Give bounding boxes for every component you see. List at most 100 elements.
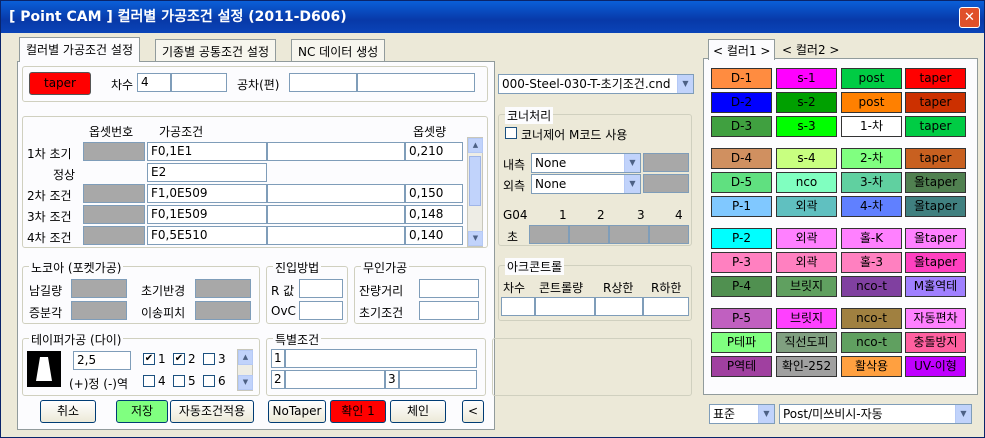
chasu-extra-input[interactable] — [171, 73, 227, 92]
color-button[interactable]: 외곽 — [776, 228, 837, 249]
notaper-button[interactable]: NoTaper — [268, 400, 326, 423]
color-button[interactable]: 올taper — [905, 172, 966, 193]
color-button[interactable]: P-1 — [711, 196, 772, 217]
color-button[interactable]: P역테 — [711, 356, 772, 377]
back-button[interactable]: < — [462, 400, 484, 423]
color-button[interactable]: s-2 — [776, 92, 837, 113]
color-button[interactable]: nco — [776, 172, 837, 193]
post-combo[interactable]: Post/미쓰비시-자동 ▼ — [779, 404, 972, 424]
color-button[interactable]: taper — [905, 92, 966, 113]
color-button[interactable]: post — [841, 68, 902, 89]
namgil-field[interactable] — [71, 279, 127, 298]
taper-check-4[interactable] — [143, 375, 155, 387]
offset-field[interactable]: 0,150 — [405, 184, 463, 203]
offset-no-field[interactable] — [83, 226, 145, 245]
cond-extra-field[interactable] — [267, 205, 405, 224]
offset-no-field[interactable] — [83, 205, 145, 224]
color-button[interactable]: 4-차 — [841, 196, 902, 217]
condition-scrollbar[interactable]: ▲ ▼ — [467, 137, 483, 247]
special-input-3[interactable] — [399, 370, 477, 389]
arc-chasu-input[interactable] — [501, 297, 535, 316]
tab-nc-generate[interactable]: NC 데이터 생성 — [291, 39, 386, 61]
arc-rmax-input[interactable] — [595, 297, 643, 316]
outer-extra-field[interactable] — [643, 174, 689, 193]
ovc-input[interactable] — [299, 301, 343, 320]
offset-field[interactable]: 0,140 — [405, 226, 463, 245]
color-button[interactable]: D-2 — [711, 92, 772, 113]
r-input[interactable] — [299, 279, 343, 298]
cond-field[interactable]: F0,5E510 — [147, 226, 267, 245]
taper-check-5[interactable] — [173, 375, 185, 387]
close-button[interactable]: ✕ — [959, 7, 980, 28]
scroll-down-icon[interactable]: ▼ — [238, 375, 253, 390]
ising-field[interactable] — [195, 301, 251, 320]
special-input-1[interactable] — [285, 349, 477, 368]
cond-field[interactable]: F0,1E1 — [147, 142, 267, 161]
cond-extra-field[interactable] — [267, 142, 405, 161]
color-button[interactable]: P-3 — [711, 252, 772, 273]
color-button[interactable]: D-5 — [711, 172, 772, 193]
offset-field[interactable]: 0,148 — [405, 205, 463, 224]
scroll-up-icon[interactable]: ▲ — [468, 138, 483, 153]
auto-apply-button[interactable]: 자동조건적용 — [170, 400, 254, 423]
chevron-down-icon[interactable]: ▼ — [758, 405, 774, 423]
g04-field-2[interactable] — [569, 225, 609, 244]
color-button[interactable]: 올taper — [905, 252, 966, 273]
tab-color1[interactable]: < 컬러1 > — [708, 39, 776, 60]
corner-mcode-checkbox[interactable] — [505, 127, 517, 139]
color-button[interactable]: 확인-252 — [776, 356, 837, 377]
offset-field[interactable]: 0,210 — [405, 142, 463, 161]
color-button[interactable]: 자동편차 — [905, 308, 966, 329]
color-button[interactable]: 브릿지 — [776, 276, 837, 297]
g04-field-1[interactable] — [529, 225, 569, 244]
taper-check-6[interactable] — [203, 375, 215, 387]
color-taper-button[interactable]: taper — [29, 72, 91, 95]
color-button[interactable]: 충돌방지 — [905, 332, 966, 353]
taper-check-2[interactable]: ✔ — [173, 353, 185, 365]
standard-combo[interactable]: 표준 ▼ — [709, 404, 775, 424]
color-button[interactable]: s-3 — [776, 116, 837, 137]
chasu-input[interactable]: 4 — [137, 73, 171, 92]
init-input[interactable] — [419, 301, 479, 320]
scroll-thumb[interactable] — [469, 156, 481, 206]
cond-field[interactable]: F0,1E509 — [147, 205, 267, 224]
remain-input[interactable] — [419, 279, 479, 298]
color-button[interactable]: post — [841, 92, 902, 113]
color-button[interactable]: P-2 — [711, 228, 772, 249]
color-button[interactable]: 3-차 — [841, 172, 902, 193]
offset-no-field[interactable] — [83, 142, 145, 161]
taper-scrollbar[interactable]: ▲ ▼ — [237, 349, 253, 391]
color-button[interactable]: 외곽 — [776, 196, 837, 217]
color-button[interactable]: nco-t — [841, 276, 902, 297]
cond-extra-field[interactable] — [267, 226, 405, 245]
jeungbun-field[interactable] — [71, 301, 127, 320]
tab-color2[interactable]: < 컬러2 > — [778, 39, 843, 60]
inner-combo[interactable]: None ▼ — [531, 153, 641, 173]
color-button[interactable]: 올taper — [905, 196, 966, 217]
chevron-down-icon[interactable]: ▼ — [955, 405, 971, 423]
taper-value-input[interactable]: 2,5 — [73, 351, 131, 370]
gongcha-input-2[interactable] — [357, 73, 475, 92]
color-button[interactable]: D-1 — [711, 68, 772, 89]
color-button[interactable]: M홀역테 — [905, 276, 966, 297]
color-button[interactable]: nco-t — [841, 332, 902, 353]
chogi-field[interactable] — [195, 279, 251, 298]
cancel-button[interactable]: 취소 — [40, 400, 96, 423]
color-button[interactable]: UV-이형 — [905, 356, 966, 377]
color-button[interactable]: P-4 — [711, 276, 772, 297]
color-button[interactable]: s-4 — [776, 148, 837, 169]
color-button[interactable]: nco-t — [841, 308, 902, 329]
inner-extra-field[interactable] — [643, 153, 689, 172]
chevron-down-icon[interactable]: ▼ — [624, 154, 640, 172]
color-button[interactable]: P테파 — [711, 332, 772, 353]
color-button[interactable]: 홀-K — [841, 228, 902, 249]
arc-control-input[interactable] — [535, 297, 595, 316]
color-button[interactable]: 홀-3 — [841, 252, 902, 273]
color-button[interactable]: 브릿지 — [776, 308, 837, 329]
color-button[interactable]: 직선도피 — [776, 332, 837, 353]
color-button[interactable]: 2-차 — [841, 148, 902, 169]
confirm-button[interactable]: 확인 1 — [330, 400, 386, 423]
color-button[interactable]: P-5 — [711, 308, 772, 329]
tab-model-conditions[interactable]: 기종별 공통조건 설정 — [155, 39, 276, 61]
color-button[interactable]: 1-차 — [841, 116, 902, 137]
